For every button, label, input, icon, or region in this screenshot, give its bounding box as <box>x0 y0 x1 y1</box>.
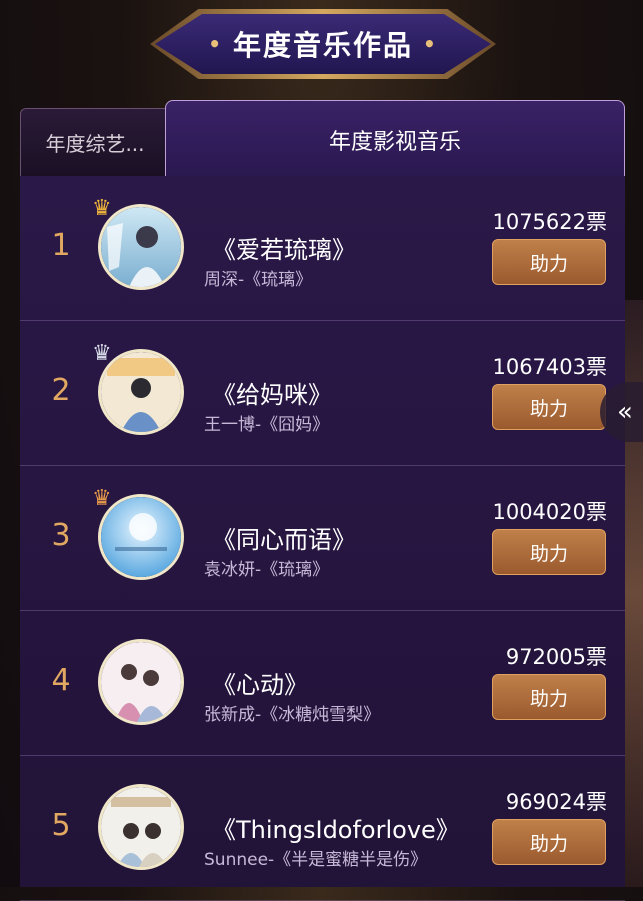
page-title: • 年度音乐作品 • <box>155 14 491 74</box>
vote-count: 1067403票 <box>492 355 607 379</box>
boost-button[interactable]: 助力 <box>492 674 606 720</box>
rank-number: 3 <box>51 518 71 553</box>
crown-icon: ♛ <box>92 341 112 366</box>
cover-image <box>98 639 184 725</box>
song-title: 《给妈咪》 <box>212 381 332 409</box>
list-item: 2 ♛ 《给妈咪》 王一博-《囧妈》 1067403票 助力 <box>20 321 625 466</box>
tab-variety-label: 年度综艺... <box>45 132 145 156</box>
song-title: 《同心而语》 <box>212 526 356 554</box>
song-artist: Sunnee-《半是蜜糖半是伤》 <box>204 850 428 870</box>
vote-count: 972005票 <box>505 645 607 669</box>
crown-icon: ♛ <box>92 486 112 511</box>
song-title: 《ThingsIdoforlove》 <box>212 816 460 844</box>
rank-number: 4 <box>51 663 71 698</box>
tab-variety[interactable]: 年度综艺... <box>20 108 170 176</box>
list-item: 3 ♛ 《同心而语》 袁冰妍-《琉璃》 1004020票 助力 <box>20 466 625 611</box>
tab-film-music-label: 年度影视音乐 <box>328 129 461 155</box>
boost-button[interactable]: 助力 <box>492 819 606 865</box>
song-artist: 张新成-《冰糖炖雪梨》 <box>204 705 381 725</box>
song-artist: 王一博-《囧妈》 <box>204 415 330 435</box>
boost-button[interactable]: 助力 <box>492 529 606 575</box>
cover-image <box>98 784 184 870</box>
song-title: 《爱若琉璃》 <box>212 236 356 264</box>
song-artist: 周深-《琉璃》 <box>204 270 313 290</box>
rank-number: 1 <box>51 228 71 263</box>
crown-icon: ♛ <box>92 196 112 221</box>
list-item: 5 《ThingsIdoforlove》 Sunnee-《半是蜜糖半是伤》 96… <box>20 756 625 901</box>
tab-film-music[interactable]: 年度影视音乐 <box>165 100 625 178</box>
title-dot-right: • <box>423 32 438 56</box>
song-artist: 袁冰妍-《琉璃》 <box>204 560 330 580</box>
list-item: 1 ♛ 《爱若琉璃》 周深-《琉璃》 1075622票 助力 <box>20 176 625 321</box>
ranking-list: 1 ♛ 《爱若琉璃》 周深-《琉璃》 1075622票 助力 2 ♛ 《给妈咪》… <box>20 176 625 901</box>
title-dot-left: • <box>208 32 223 56</box>
vote-count: 1075622票 <box>492 210 607 234</box>
vote-count: 969024票 <box>505 790 607 814</box>
song-title: 《心动》 <box>212 671 308 699</box>
boost-button[interactable]: 助力 <box>492 239 606 285</box>
list-item: 4 《心动》 张新成-《冰糖炖雪梨》 972005票 助力 <box>20 611 625 756</box>
rank-number: 2 <box>51 373 71 408</box>
rank-number: 5 <box>51 808 71 843</box>
page-title-text: 年度音乐作品 <box>232 29 413 62</box>
boost-button[interactable]: 助力 <box>492 384 606 430</box>
vote-count: 1004020票 <box>492 500 607 524</box>
